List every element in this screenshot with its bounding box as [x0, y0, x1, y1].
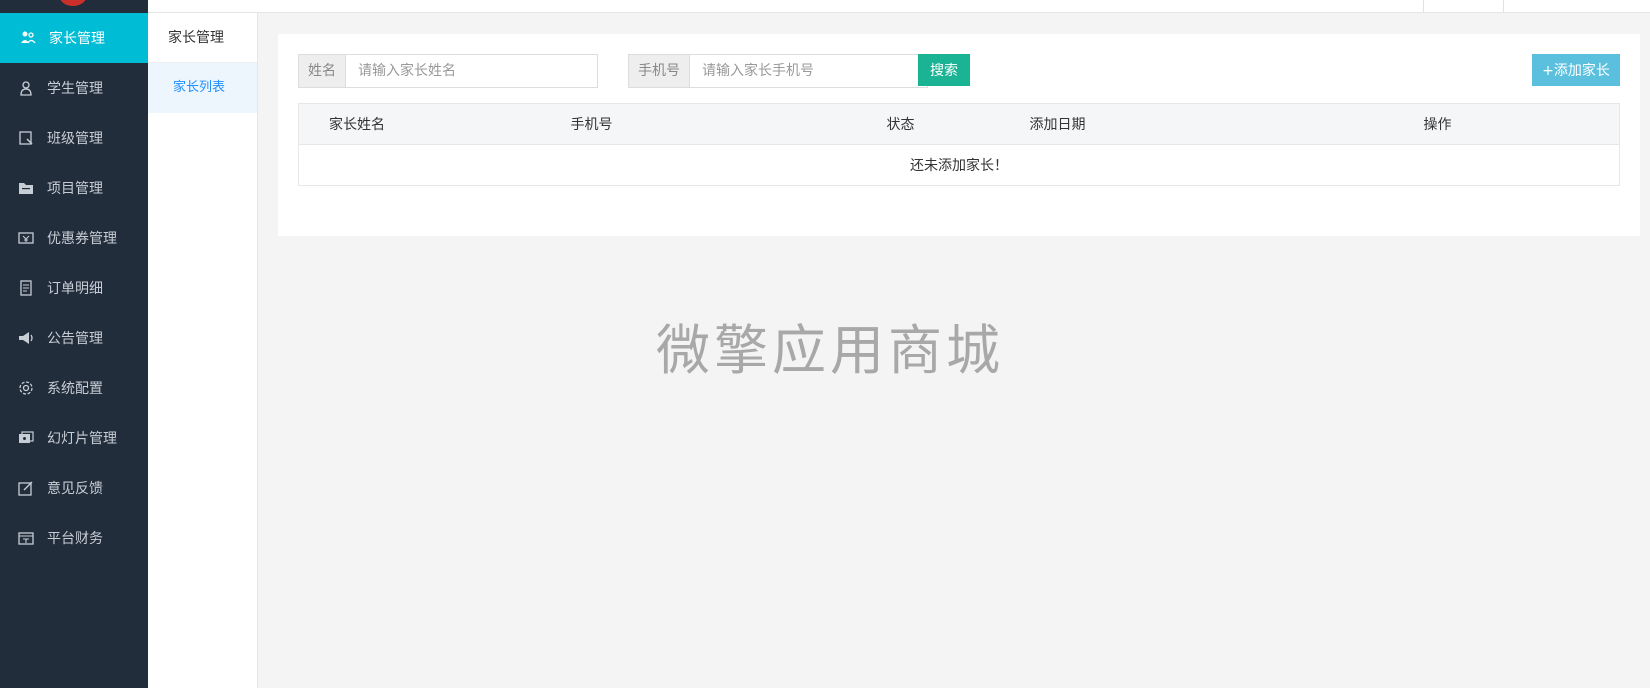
finance-icon [18, 530, 34, 546]
sub-navigation: 家长管理 家长列表 [148, 13, 258, 688]
sidebar-item-label: 意见反馈 [47, 481, 103, 497]
logo-mark [58, 0, 88, 6]
sidebar-item-label: 项目管理 [47, 181, 103, 197]
column-header: 状态 [886, 103, 1030, 145]
sidebar-item-feedback[interactable]: 意见反馈 [0, 463, 148, 513]
column-header: 操作 [1423, 103, 1620, 145]
sidebar-item-label: 幻灯片管理 [47, 431, 117, 447]
sidebar-item-label: 系统配置 [47, 381, 103, 397]
class-icon [18, 130, 34, 146]
gear-icon [18, 380, 34, 396]
parents-table: 家长姓名 手机号 状态 添加日期 操作 还未添加家长！ [298, 103, 1620, 186]
sidebar-item-label: 订单明细 [47, 281, 103, 297]
phone-addon-label: 手机号 [629, 55, 690, 87]
sidebar-item-students[interactable]: 学生管理 [0, 63, 148, 113]
table-row: 还未添加家长！ [299, 145, 1620, 186]
sidebar-item-label: 优惠券管理 [47, 231, 117, 247]
sidebar-item-settings[interactable]: 系统配置 [0, 363, 148, 413]
column-header: 手机号 [570, 103, 887, 145]
sidebar: 家长管理 学生管理 班级管理 项目管理 优惠券管理 订单明细 公告管理 系统配置… [0, 0, 148, 688]
sidebar-item-orders[interactable]: 订单明细 [0, 263, 148, 313]
search-button[interactable]: 搜索 [918, 54, 970, 86]
sidebar-item-parents[interactable]: 家长管理 [0, 13, 148, 63]
megaphone-icon [18, 330, 34, 346]
sidebar-item-label: 平台财务 [47, 531, 103, 547]
user-icon [18, 80, 34, 96]
sidebar-item-classes[interactable]: 班级管理 [0, 113, 148, 163]
subnav-title: 家长管理 [148, 13, 257, 63]
watermark: 微擎应用商城 [656, 319, 1004, 382]
add-parent-button[interactable]: +添加家长 [1532, 54, 1620, 86]
main-panel: 姓名 手机号 搜索 +添加家长 家长姓名 手机号 状态 添加日期 操作 还未添加… [278, 34, 1640, 236]
sidebar-item-projects[interactable]: 项目管理 [0, 163, 148, 213]
phone-search-group: 手机号 [628, 54, 928, 88]
table-header-row: 家长姓名 手机号 状态 添加日期 操作 [298, 103, 1620, 145]
header-divider [1503, 0, 1504, 13]
subnav-item-parent-list[interactable]: 家长列表 [148, 63, 257, 113]
phone-search-input[interactable] [690, 55, 926, 87]
name-search-input[interactable] [346, 55, 596, 87]
feedback-icon [18, 480, 34, 496]
sidebar-item-label: 家长管理 [49, 31, 105, 47]
empty-message: 还未添加家长！ [910, 158, 1008, 174]
sidebar-item-label: 公告管理 [47, 331, 103, 347]
header-divider [1423, 0, 1424, 13]
folder-icon [18, 180, 34, 196]
sidebar-item-label: 班级管理 [47, 131, 103, 147]
logo [0, 0, 148, 13]
order-icon [18, 280, 34, 296]
sidebar-item-announcements[interactable]: 公告管理 [0, 313, 148, 363]
sidebar-item-finance[interactable]: 平台财务 [0, 513, 148, 563]
slides-icon [18, 430, 34, 446]
sidebar-item-label: 学生管理 [47, 81, 103, 97]
name-search-group: 姓名 [298, 54, 598, 88]
sidebar-item-slides[interactable]: 幻灯片管理 [0, 413, 148, 463]
column-header: 家长姓名 [298, 103, 571, 145]
column-header: 添加日期 [1029, 103, 1424, 145]
name-addon-label: 姓名 [299, 55, 346, 87]
coupon-icon [18, 230, 34, 246]
sidebar-item-coupons[interactable]: 优惠券管理 [0, 213, 148, 263]
top-header [148, 0, 1650, 13]
parents-icon [20, 30, 36, 46]
